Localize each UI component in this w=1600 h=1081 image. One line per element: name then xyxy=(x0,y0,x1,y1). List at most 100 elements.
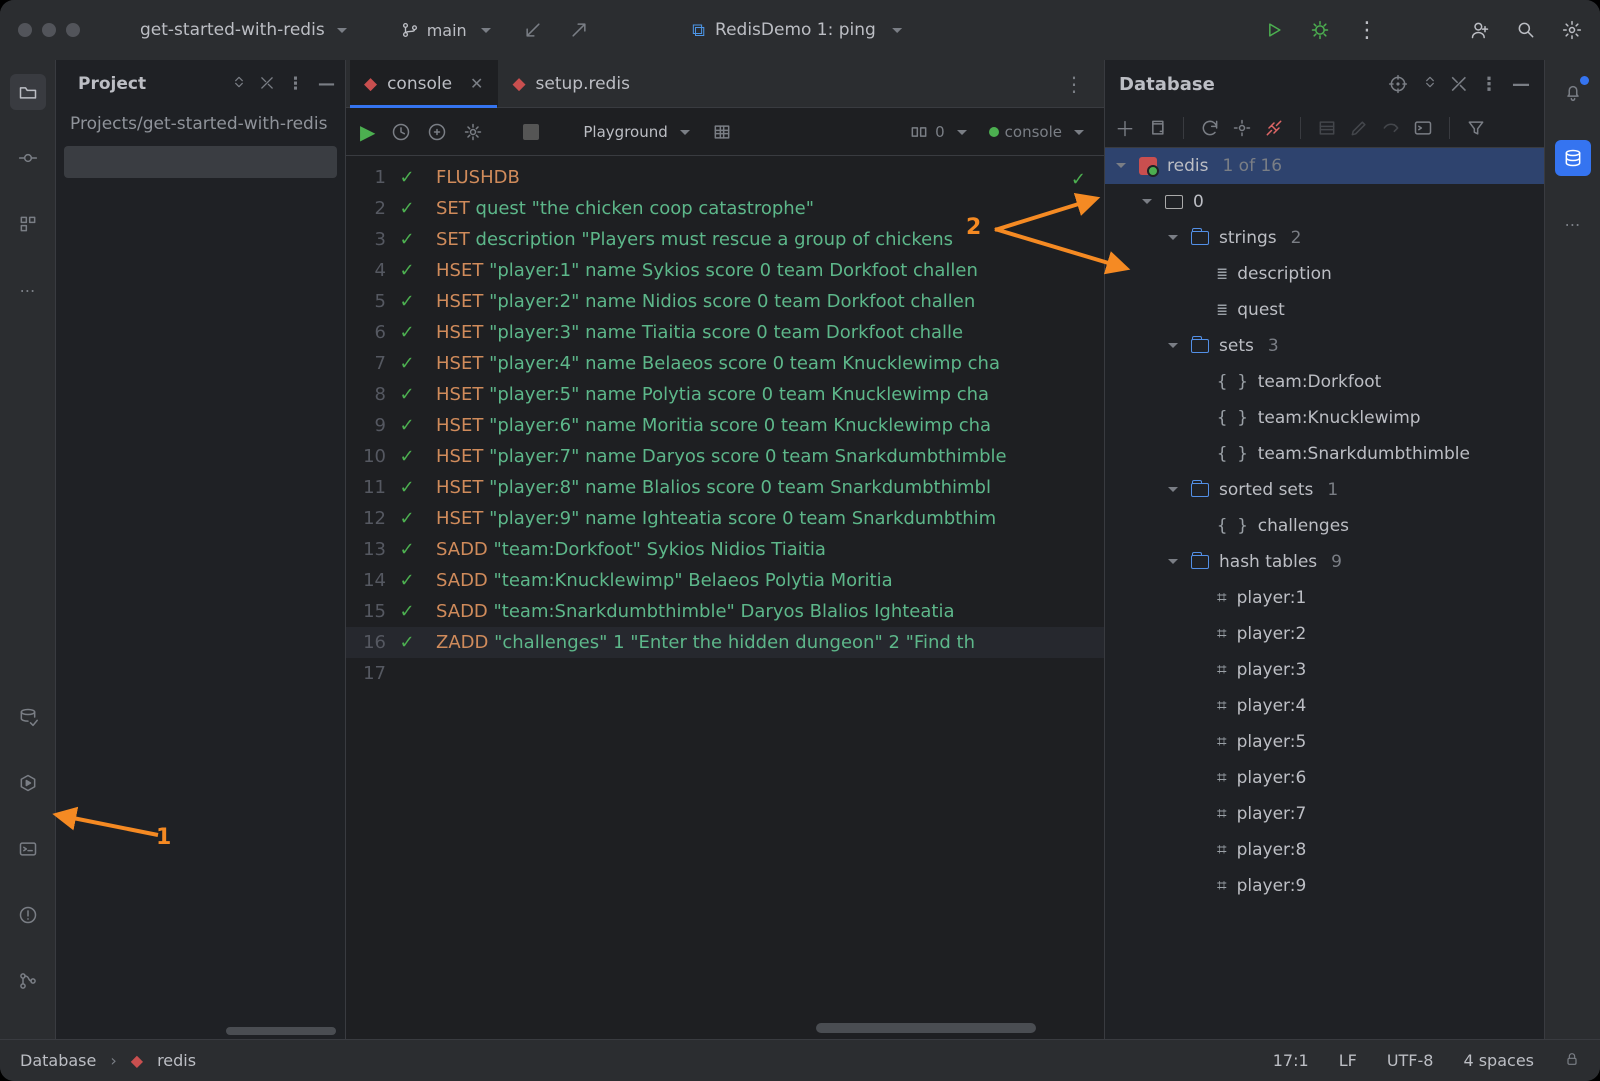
code-line[interactable]: 6✓HSET "player:3" name Tiaitia score 0 t… xyxy=(346,317,1104,348)
editor-horizontal-scrollbar[interactable] xyxy=(816,1023,1036,1033)
line-ending[interactable]: LF xyxy=(1339,1051,1357,1071)
db-tree-row[interactable]: strings 2 xyxy=(1105,220,1544,256)
editor-tab-console[interactable]: ◆ console ✕ xyxy=(350,60,498,107)
db-tree-row[interactable]: ⌗ player:6 xyxy=(1105,760,1544,796)
services-tool-button[interactable] xyxy=(10,765,46,801)
run-button[interactable] xyxy=(1264,20,1284,40)
playground-dropdown[interactable]: Playground xyxy=(583,121,695,143)
collapse-icon[interactable]: ⤫ xyxy=(1452,74,1466,95)
tx-dropdown[interactable]: 0 xyxy=(909,121,973,143)
db-tree-row[interactable]: { } challenges xyxy=(1105,508,1544,544)
breadcrumb-root[interactable]: Database xyxy=(20,1051,96,1070)
panel-options-icon[interactable]: ⋮ xyxy=(287,74,304,94)
history-icon[interactable] xyxy=(391,122,411,142)
code-line[interactable]: 1✓FLUSHDB xyxy=(346,162,1104,193)
explain-plan-icon[interactable] xyxy=(427,122,447,142)
search-icon[interactable] xyxy=(1516,20,1536,40)
db-tree-row[interactable]: 0 xyxy=(1105,184,1544,220)
readonly-icon[interactable] xyxy=(1564,1051,1580,1071)
more-actions-icon[interactable]: ⋮ xyxy=(1356,18,1378,43)
code-line[interactable]: 10✓HSET "player:7" name Daryos score 0 t… xyxy=(346,441,1104,472)
db-tree-row[interactable]: ⌗ player:3 xyxy=(1105,652,1544,688)
edit-icon[interactable] xyxy=(1349,118,1369,138)
code-editor[interactable]: 1✓FLUSHDB2✓SET quest "the chicken coop c… xyxy=(346,156,1104,1039)
commit-push-icon[interactable] xyxy=(569,20,589,40)
project-path[interactable]: Projects/get-started-with-redis xyxy=(56,108,345,140)
db-tree-row[interactable]: ⌗ player:2 xyxy=(1105,616,1544,652)
git-tool-button[interactable] xyxy=(10,963,46,999)
horizontal-scrollbar[interactable] xyxy=(226,1027,336,1035)
debug-button[interactable] xyxy=(1310,20,1330,40)
db-tree-row[interactable]: ⌗ player:9 xyxy=(1105,868,1544,904)
breadcrumb-leaf[interactable]: redis xyxy=(157,1051,196,1070)
database-tree[interactable]: redis 1 of 16 0 strings 2 ≣ description … xyxy=(1105,148,1544,1039)
target-icon[interactable] xyxy=(1388,74,1408,94)
more-right-button[interactable]: ⋯ xyxy=(1555,206,1591,242)
db-tree-row[interactable]: sorted sets 1 xyxy=(1105,472,1544,508)
indent[interactable]: 4 spaces xyxy=(1463,1051,1534,1071)
branch-dropdown[interactable]: main xyxy=(401,19,497,41)
maximize-window[interactable] xyxy=(66,23,80,37)
db-tree-row[interactable]: { } team:Snarkdumbthimble xyxy=(1105,436,1544,472)
project-tree-selection[interactable] xyxy=(64,146,337,178)
update-project-icon[interactable] xyxy=(523,20,543,40)
grid-view-icon[interactable] xyxy=(712,122,732,142)
terminal-tool-button[interactable] xyxy=(10,831,46,867)
code-line[interactable]: 8✓HSET "player:5" name Polytia score 0 t… xyxy=(346,379,1104,410)
db-tree-row[interactable]: { } team:Dorkfoot xyxy=(1105,364,1544,400)
editor-tabs-more[interactable]: ⋮ xyxy=(1044,60,1104,107)
db-tree-row[interactable]: { } team:Knucklewimp xyxy=(1105,400,1544,436)
datasource-settings-icon[interactable] xyxy=(1232,118,1252,138)
collapse-all-icon[interactable]: ⤫ xyxy=(261,74,273,94)
database-tool-button[interactable] xyxy=(1555,140,1591,176)
code-line[interactable]: 13✓SADD "team:Dorkfoot" Sykios Nidios Ti… xyxy=(346,534,1104,565)
code-line[interactable]: 5✓HSET "player:2" name Nidios score 0 te… xyxy=(346,286,1104,317)
execute-button[interactable]: ▶ xyxy=(360,120,375,144)
project-tool-button[interactable] xyxy=(10,74,46,110)
more-tool-button[interactable]: ⋯ xyxy=(10,272,46,308)
code-line[interactable]: 17 xyxy=(346,658,1104,689)
db-tree-row[interactable]: ⌗ player:5 xyxy=(1105,724,1544,760)
refresh-icon[interactable] xyxy=(1200,118,1220,138)
db-tree-row[interactable]: sets 3 xyxy=(1105,328,1544,364)
db-tree-row[interactable]: ≣ description xyxy=(1105,256,1544,292)
stop-button[interactable] xyxy=(523,124,539,140)
project-dropdown[interactable]: get-started-with-redis xyxy=(140,19,353,41)
expand-collapse-icon[interactable] xyxy=(1422,74,1438,90)
caret-position[interactable]: 17:1 xyxy=(1273,1051,1309,1071)
db-tree-row[interactable]: redis 1 of 16 xyxy=(1105,148,1544,184)
db-tree-row[interactable]: ⌗ player:1 xyxy=(1105,580,1544,616)
code-line[interactable]: 14✓SADD "team:Knucklewimp" Belaeos Polyt… xyxy=(346,565,1104,596)
commit-tool-button[interactable] xyxy=(10,140,46,176)
settings-icon[interactable] xyxy=(1562,20,1582,40)
minimize-window[interactable] xyxy=(42,23,56,37)
code-line[interactable]: 7✓HSET "player:4" name Belaeos score 0 t… xyxy=(346,348,1104,379)
run-config-dropdown[interactable]: ⧉ RedisDemo 1: ping xyxy=(692,19,908,41)
jump-icon[interactable] xyxy=(1381,118,1401,138)
db-tree-row[interactable]: ⌗ player:8 xyxy=(1105,832,1544,868)
code-line[interactable]: 16✓ZADD "challenges" 1 "Enter the hidden… xyxy=(346,627,1104,658)
db-tree-row[interactable]: ≣ quest xyxy=(1105,292,1544,328)
panel-options-icon[interactable]: ⋮ xyxy=(1480,74,1498,95)
select-opened-file-icon[interactable] xyxy=(231,74,247,90)
close-window[interactable] xyxy=(18,23,32,37)
db-services-tool-button[interactable] xyxy=(10,699,46,735)
editor-tab-setup[interactable]: ◆ setup.redis xyxy=(498,60,644,107)
db-tree-row[interactable]: ⌗ player:4 xyxy=(1105,688,1544,724)
code-line[interactable]: 12✓HSET "player:9" name Ighteatia score … xyxy=(346,503,1104,534)
notifications-button[interactable] xyxy=(1555,74,1591,110)
hide-panel-icon[interactable]: — xyxy=(318,74,335,94)
session-dropdown[interactable]: console xyxy=(989,121,1090,143)
problems-tool-button[interactable] xyxy=(10,897,46,933)
hide-panel-icon[interactable]: — xyxy=(1512,74,1530,95)
add-datasource-icon[interactable]: ＋ xyxy=(1115,113,1135,142)
console-settings-icon[interactable] xyxy=(463,122,483,142)
code-line[interactable]: 15✓SADD "team:Snarkdumbthimble" Daryos B… xyxy=(346,596,1104,627)
encoding[interactable]: UTF-8 xyxy=(1387,1051,1434,1071)
disconnect-icon[interactable] xyxy=(1264,118,1284,138)
console-icon[interactable] xyxy=(1413,118,1433,138)
code-line[interactable]: 9✓HSET "player:6" name Moritia score 0 t… xyxy=(346,410,1104,441)
close-tab-icon[interactable]: ✕ xyxy=(470,74,483,93)
code-with-me-icon[interactable] xyxy=(1470,20,1490,40)
db-tree-row[interactable]: ⌗ player:7 xyxy=(1105,796,1544,832)
